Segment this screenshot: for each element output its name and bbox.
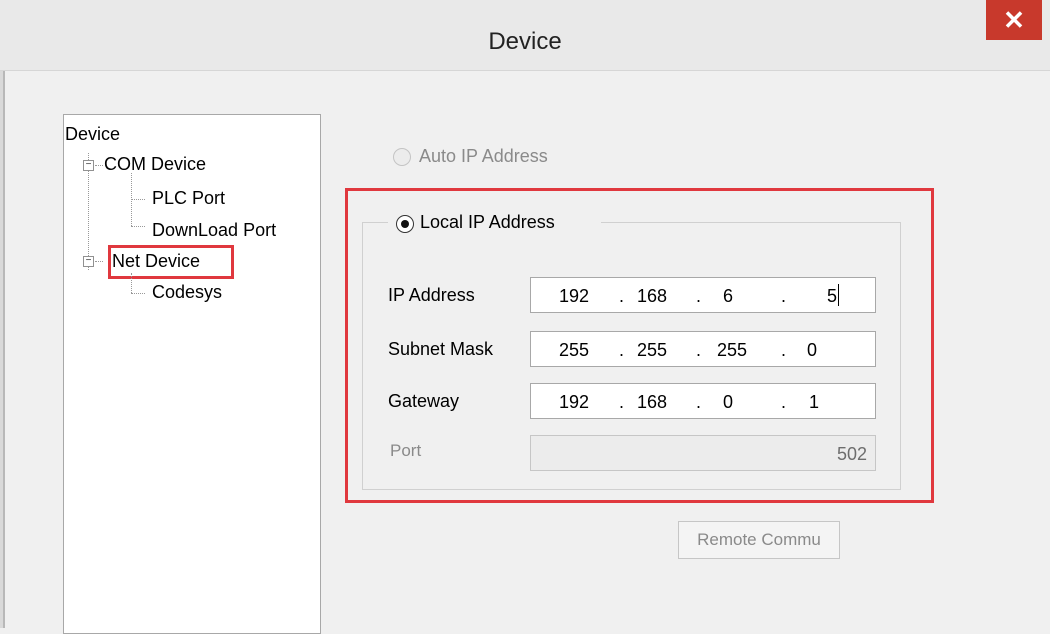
tree-item-device[interactable]: Device (65, 123, 120, 145)
collapse-icon[interactable]: − (83, 160, 94, 171)
tree-line (131, 226, 145, 227)
tree-item-com-device[interactable]: COM Device (104, 153, 206, 175)
auto-ip-label: Auto IP Address (419, 146, 548, 166)
device-tree[interactable]: Device − COM Device PLC Port DownLoad Po… (63, 114, 321, 634)
tree-item-codesys[interactable]: Codesys (152, 281, 222, 303)
auto-ip-radio[interactable] (393, 148, 411, 166)
local-ip-highlight (345, 188, 934, 503)
net-device-highlight (108, 245, 234, 279)
window-title: Device (488, 28, 562, 55)
tree-line (131, 199, 145, 200)
tree-item-plc-port[interactable]: PLC Port (152, 187, 225, 209)
tree-line (131, 293, 145, 294)
remote-commu-button[interactable]: Remote Commu (678, 521, 840, 559)
close-icon: ✕ (1003, 5, 1025, 35)
tree-line (131, 273, 132, 293)
tree-item-download-port[interactable]: DownLoad Port (152, 219, 276, 241)
tree-line (95, 261, 103, 262)
close-button[interactable]: ✕ (986, 0, 1042, 40)
window-edge-shadow (3, 70, 5, 628)
tree-line (95, 165, 103, 166)
collapse-icon[interactable]: − (83, 256, 94, 267)
title-bar: Device ✕ (0, 0, 1050, 71)
